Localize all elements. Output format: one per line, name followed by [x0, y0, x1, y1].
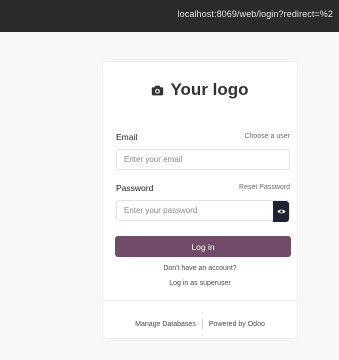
logo: Your logo [103, 78, 297, 102]
password-label: Password [116, 183, 154, 193]
login-card: Your logo Email Choose a user Enter your… [103, 62, 297, 338]
email-field[interactable]: Enter your email [116, 149, 290, 170]
show-password-button[interactable] [273, 201, 289, 222]
email-label: Email [116, 132, 138, 142]
password-field[interactable]: Enter your password [116, 200, 290, 222]
eye-icon [277, 209, 285, 214]
password-placeholder: Enter your password [124, 206, 198, 215]
choose-user-link[interactable]: Choose a user [244, 133, 290, 140]
email-placeholder: Enter your email [124, 155, 183, 164]
signup-link[interactable]: Don't have an account? [103, 265, 297, 272]
login-footer: Manage Databases Powered by Odoo [103, 319, 297, 329]
reset-password-link[interactable]: Reset Password [239, 184, 290, 191]
manage-databases-link[interactable]: Manage Databases [135, 321, 196, 328]
footer-separator [201, 319, 203, 329]
browser-url-bar[interactable]: localhost:8069/web/login?redirect=%2 [0, 0, 339, 32]
footer-divider [103, 300, 297, 301]
superuser-link[interactable]: Log in as superuser [103, 280, 297, 287]
url-text[interactable]: localhost:8069/web/login?redirect=%2 [178, 9, 333, 19]
logo-text: Your logo [170, 80, 249, 99]
powered-by-link[interactable]: Powered by Odoo [209, 321, 265, 328]
camera-icon [152, 85, 164, 95]
login-button[interactable]: Log in [115, 236, 291, 257]
